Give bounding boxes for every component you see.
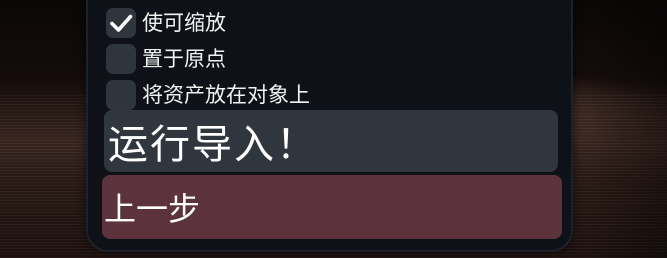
scalable-label: 使可缩放 bbox=[142, 11, 226, 35]
previous-step-button[interactable]: 上一步 bbox=[102, 175, 562, 239]
previous-step-label: 上一步 bbox=[104, 190, 201, 228]
option-scalable[interactable]: 使可缩放 bbox=[106, 7, 226, 39]
option-place-at-origin[interactable]: 置于原点 bbox=[106, 43, 226, 75]
checkmark-icon bbox=[110, 14, 133, 32]
run-import-button[interactable]: 运行导入！ bbox=[104, 110, 558, 172]
place-at-origin-label: 置于原点 bbox=[142, 47, 226, 71]
scalable-checkbox[interactable] bbox=[106, 8, 136, 38]
place-asset-on-object-checkbox[interactable] bbox=[106, 80, 136, 110]
place-asset-on-object-label: 将资产放在对象上 bbox=[142, 83, 310, 107]
option-place-asset-on-object[interactable]: 将资产放在对象上 bbox=[106, 79, 310, 111]
place-at-origin-checkbox[interactable] bbox=[106, 44, 136, 74]
run-import-label: 运行导入！ bbox=[108, 122, 318, 168]
